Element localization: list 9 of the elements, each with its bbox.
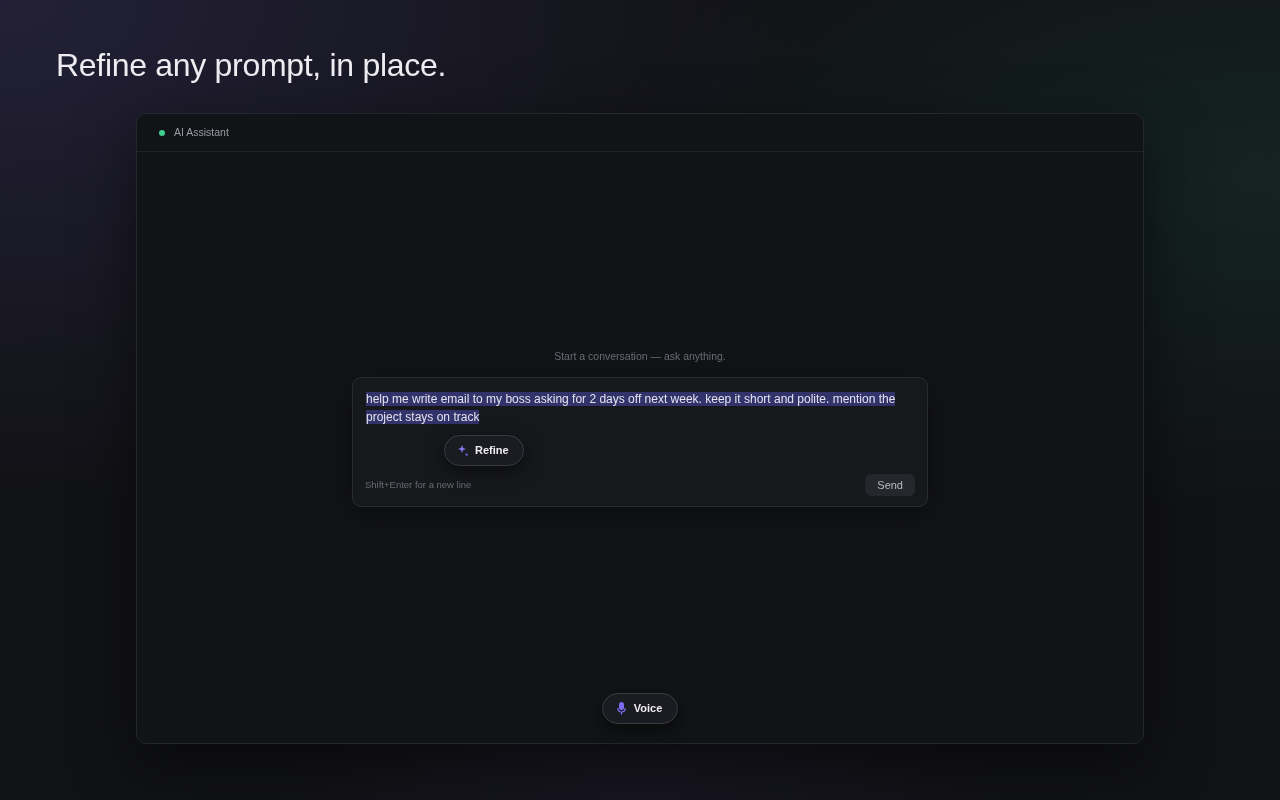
send-button[interactable]: Send [865,474,915,496]
page-headline: Refine any prompt, in place. [56,46,447,85]
microphone-icon [616,702,626,715]
panel-title: AI Assistant [174,124,229,140]
empty-state-text: Start a conversation — ask anything. [554,349,726,363]
voice-button[interactable]: Voice [601,693,679,724]
sparkle-icon [458,445,468,456]
refine-button[interactable]: Refine [444,435,524,466]
input-hint: Shift+Enter for a new line [365,477,472,492]
